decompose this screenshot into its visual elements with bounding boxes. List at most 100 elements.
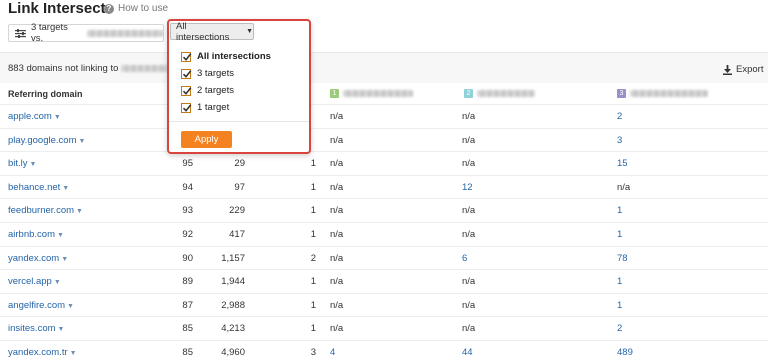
domain-label: yandex.com.tr	[8, 347, 68, 358]
target-2-value[interactable]: 6	[462, 253, 467, 264]
check-icon	[182, 69, 192, 78]
domain-label: yandex.com	[8, 252, 60, 264]
caret-down-icon[interactable]: ▼	[58, 326, 65, 333]
domain-rating: 85	[182, 323, 193, 335]
domain-label: apple.com	[8, 111, 52, 122]
caret-down-icon[interactable]: ▼	[61, 256, 68, 263]
check-icon	[182, 86, 192, 95]
target-2-header[interactable]: 2	[464, 89, 535, 98]
domain-rating: 93	[182, 205, 193, 217]
domain-link[interactable]: vercel.app ▼	[8, 276, 61, 287]
how-to-use-link[interactable]: ? How to use	[104, 3, 168, 14]
ref-domains: 417	[229, 229, 245, 240]
apply-button[interactable]: Apply	[181, 131, 232, 148]
domain-link[interactable]: bit.ly ▼	[8, 158, 36, 169]
domain-link[interactable]: insites.com ▼	[8, 323, 64, 334]
domain-rating: 90	[182, 252, 193, 264]
target-1-value: n/a	[330, 134, 344, 146]
target-2-value: n/a	[462, 134, 476, 146]
caret-down-icon[interactable]: ▼	[57, 232, 64, 239]
intersect-count: 3	[310, 347, 316, 358]
option-all-intersections[interactable]: All intersections	[181, 51, 271, 62]
target-2-value[interactable]: 44	[462, 347, 473, 358]
caret-down-icon[interactable]: ▼	[67, 303, 74, 310]
target-2-value: n/a	[462, 276, 476, 288]
target-3-value[interactable]: 1	[617, 205, 622, 216]
option-3-targets-label: 3 targets	[197, 68, 234, 79]
target-3-value[interactable]: 78	[617, 253, 628, 264]
target-3-value[interactable]: 3	[617, 135, 622, 146]
domain-label: behance.net	[8, 181, 61, 193]
targets-button[interactable]: 3 targets vs.	[8, 22, 164, 44]
target-1-badge: 1	[330, 89, 339, 98]
domain-rating: 89	[182, 276, 193, 288]
domain-link[interactable]: behance.net ▼	[8, 182, 69, 193]
target-3-value[interactable]: 1	[617, 276, 622, 287]
caret-down-icon[interactable]: ▼	[54, 114, 61, 121]
domain-rating: 94	[182, 181, 193, 193]
target-3-value[interactable]: 1	[617, 300, 622, 311]
checkbox-all-intersections[interactable]	[181, 51, 192, 62]
domain-link[interactable]: airbnb.com ▼	[8, 229, 64, 240]
domain-link[interactable]: yandex.com.tr ▼	[8, 347, 77, 358]
target-3-value[interactable]: 489	[617, 347, 633, 358]
caret-down-icon[interactable]: ▼	[78, 138, 85, 145]
target-1-value[interactable]: 4	[330, 347, 335, 358]
domain-link[interactable]: play.google.com ▼	[8, 135, 85, 146]
domain-rating: 87	[182, 299, 193, 311]
checkbox-1-target[interactable]	[181, 102, 192, 113]
domains-count-label: 883 domains not linking to	[8, 63, 119, 74]
target-3-value: n/a	[617, 181, 631, 193]
blurred-target-3	[630, 90, 708, 97]
target-3-value[interactable]: 1	[617, 229, 622, 240]
export-button[interactable]: Export	[723, 64, 763, 75]
domain-link[interactable]: apple.com ▼	[8, 111, 61, 122]
blurred-target-1	[343, 90, 413, 97]
intersect-count: 1	[310, 229, 316, 240]
domain-label: airbnb.com	[8, 229, 55, 240]
option-2-targets-label: 2 targets	[197, 85, 234, 96]
table-row: yandex.com ▼ 90 1,157 2 n/a 6 78	[0, 245, 768, 270]
intersect-count: 1	[310, 276, 316, 288]
domain-link[interactable]: yandex.com ▼	[8, 253, 68, 264]
target-1-value: n/a	[330, 323, 344, 335]
target-1-value: n/a	[330, 205, 344, 217]
option-3-targets[interactable]: 3 targets	[181, 68, 234, 79]
ref-domains: 1,944	[221, 276, 245, 288]
caret-down-icon[interactable]: ▼	[54, 279, 61, 286]
target-1-value: n/a	[330, 299, 344, 311]
domain-label: vercel.app	[8, 276, 52, 288]
target-3-header[interactable]: 3	[617, 89, 708, 98]
intersect-count: 1	[310, 323, 316, 335]
caret-down-icon[interactable]: ▼	[62, 185, 69, 192]
export-icon	[723, 64, 732, 75]
domain-label: feedburner.com	[8, 205, 75, 217]
target-1-header[interactable]: 1	[330, 89, 413, 98]
checkbox-3-targets[interactable]	[181, 68, 192, 79]
target-3-value[interactable]: 2	[617, 323, 622, 334]
target-3-value[interactable]: 15	[617, 158, 628, 169]
intersections-dropdown[interactable]: All intersections ▼	[170, 21, 254, 43]
target-2-badge: 2	[464, 89, 473, 98]
target-2-value: n/a	[462, 111, 476, 122]
option-1-target-label: 1 target	[197, 102, 230, 113]
target-3-value[interactable]: 2	[617, 111, 622, 122]
option-2-targets[interactable]: 2 targets	[181, 85, 234, 96]
ref-domains: 2,988	[221, 299, 245, 311]
domain-label: angelfire.com	[8, 299, 66, 311]
domain-link[interactable]: feedburner.com ▼	[8, 205, 83, 216]
checkbox-2-targets[interactable]	[181, 85, 192, 96]
ref-domains: 97	[234, 181, 245, 193]
table-row: apple.com ▼ n/a n/a 2	[0, 104, 768, 128]
caret-down-icon[interactable]: ▼	[70, 350, 77, 357]
target-2-value[interactable]: 12	[462, 182, 473, 193]
domain-link[interactable]: angelfire.com ▼	[8, 300, 74, 311]
referring-domain-header[interactable]: Referring domain	[8, 89, 83, 99]
caret-down-icon[interactable]: ▼	[76, 208, 83, 215]
target-1-value: n/a	[330, 276, 344, 288]
caret-down-icon[interactable]: ▼	[30, 161, 37, 168]
option-1-target[interactable]: 1 target	[181, 102, 229, 113]
help-icon: ?	[104, 3, 114, 14]
export-label: Export	[736, 64, 764, 75]
intersect-count: 2	[310, 252, 316, 264]
